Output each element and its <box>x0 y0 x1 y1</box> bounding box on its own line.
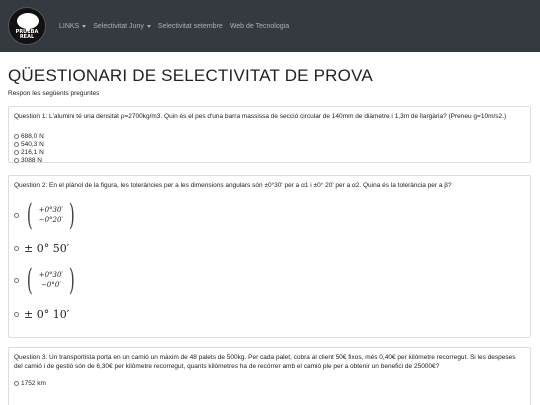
answer-options: 1752 km <box>14 379 525 387</box>
radio-button[interactable] <box>14 141 19 147</box>
radio-button[interactable] <box>14 212 19 218</box>
radio-button[interactable] <box>14 245 19 251</box>
answer-label: 3088 N <box>21 156 42 164</box>
nav-link-label: Selectivitat setembre <box>157 22 223 30</box>
nav-link-web-tecnologia[interactable]: Web de Tecnologia <box>230 23 289 30</box>
page-title: QÜESTIONARI DE SELECTIVITAT DE PROVA <box>8 66 373 85</box>
tolerance-values: +0°30′ −0°0′ <box>36 270 66 290</box>
right-paren-icon: ) <box>68 262 75 298</box>
page-subtitle: Respon les següents preguntes <box>8 90 100 97</box>
answer-label: 540,3 N <box>21 140 44 148</box>
lower-tolerance: −0°20′ <box>38 216 64 224</box>
answer-label: 216,1 N <box>21 148 44 156</box>
tolerance-matrix: ( +0°30′ −0°20′ ) <box>24 198 78 233</box>
answer-label: ± 0° 10′ <box>24 307 70 321</box>
caret-down-icon <box>82 24 87 28</box>
question-text: Question 2: En el plànol de la figura, l… <box>14 182 452 189</box>
nav-links: LINKS Selectivitat Juny Selectivitat set… <box>59 23 296 30</box>
question-card-3: Question 3: Un transportista porta en un… <box>8 347 531 405</box>
radio-button[interactable] <box>14 277 19 283</box>
nav-link-label: LINKS <box>59 22 80 30</box>
answer-option[interactable]: 216,1 N <box>14 148 525 156</box>
answer-option[interactable]: ( +0°30′ −0°0′ ) <box>14 262 525 298</box>
radio-button[interactable] <box>14 157 19 163</box>
answer-options: 688,0 N 540,3 N 216,1 N 3088 N <box>14 132 525 164</box>
question-card-2: Question 2: En el plànol de la figura, l… <box>8 175 531 338</box>
answer-option[interactable]: 688,0 N <box>14 132 525 140</box>
right-paren-icon: ) <box>68 197 75 233</box>
tolerance-values: +0°30′ −0°20′ <box>36 205 66 225</box>
nav-link-links[interactable]: LINKS <box>59 22 87 30</box>
question-card-1: Question 1: L'alumini té una densitat ρ=… <box>8 106 531 164</box>
radio-button[interactable] <box>14 380 19 386</box>
logo-text: PRUEBA REAL <box>15 29 39 40</box>
nav-link-label: Selectivitat Juny <box>93 22 144 30</box>
answer-option[interactable]: 3088 N <box>14 156 525 164</box>
site-logo[interactable]: PRUEBA REAL <box>8 7 46 45</box>
answer-options: ( +0°30′ −0°20′ ) ± 0° 50′ ( +0°30′ −0°0… <box>14 198 525 328</box>
upper-tolerance: +0°30′ <box>38 206 64 214</box>
nav-link-label: Web de Tecnologia <box>229 22 290 30</box>
radio-button[interactable] <box>14 133 19 139</box>
tolerance-matrix: ( +0°30′ −0°0′ ) <box>24 263 78 298</box>
answer-option[interactable]: 540,3 N <box>14 140 525 148</box>
answer-option[interactable]: ± 0° 50′ <box>14 234 525 262</box>
lower-tolerance: −0°0′ <box>40 281 61 289</box>
nav-link-selectivitat-setembre[interactable]: Selectivitat setembre <box>158 23 223 30</box>
answer-option[interactable]: ( +0°30′ −0°20′ ) <box>14 198 525 233</box>
answer-label: ± 0° 50′ <box>24 241 70 255</box>
nav-link-selectivitat-juny[interactable]: Selectivitat Juny <box>93 23 151 30</box>
left-paren-icon: ( <box>26 197 33 233</box>
radio-button[interactable] <box>14 311 19 317</box>
upper-tolerance: +0°30′ <box>38 271 64 279</box>
answer-label: 688,0 N <box>21 132 44 140</box>
left-paren-icon: ( <box>26 262 33 298</box>
answer-label: 1752 km <box>21 379 46 387</box>
caret-down-icon <box>146 24 151 28</box>
answer-option[interactable]: ± 0° 10′ <box>14 300 525 328</box>
top-navbar: PRUEBA REAL LINKS Selectivitat Juny Sele… <box>0 0 540 52</box>
question-text: Question 3: Un transportista porta en un… <box>14 354 516 370</box>
question-text: Question 1: L'alumini té una densitat ρ=… <box>14 113 507 120</box>
radio-button[interactable] <box>14 149 19 155</box>
main-content: QÜESTIONARI DE SELECTIVITAT DE PROVA Res… <box>0 66 540 405</box>
answer-option[interactable]: 1752 km <box>14 379 525 387</box>
